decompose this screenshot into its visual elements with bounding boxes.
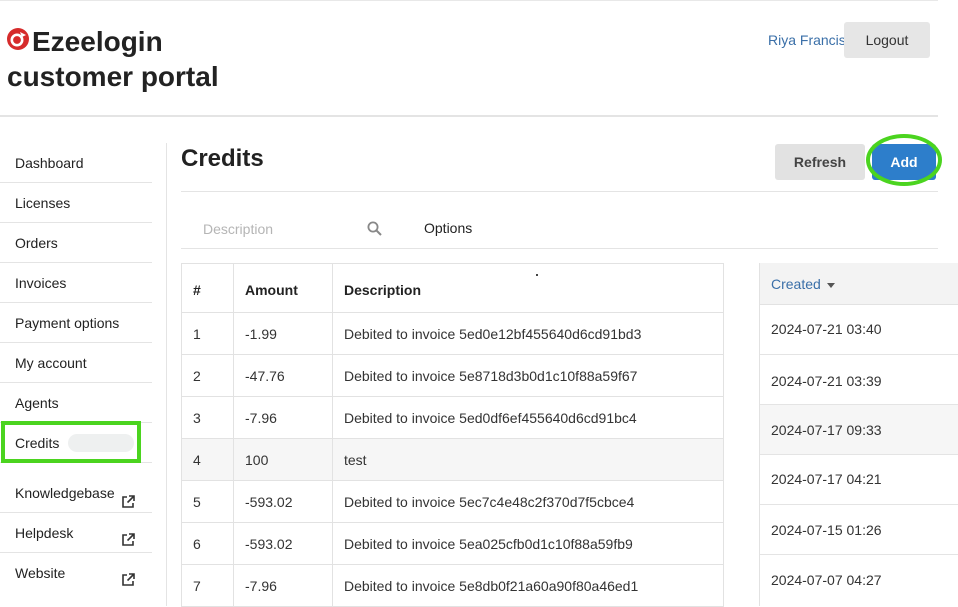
sidebar-item-label: My account — [15, 355, 87, 371]
sidebar-item-label: Helpdesk — [15, 525, 74, 541]
sidebar-item-dashboard[interactable]: Dashboard — [0, 143, 152, 183]
sidebar-item-orders[interactable]: Orders — [0, 223, 152, 263]
sidebar-item-licenses[interactable]: Licenses — [0, 183, 152, 223]
created-value: 2024-07-07 04:27 — [771, 572, 882, 588]
sidebar-item-label: Orders — [15, 235, 58, 251]
created-column: Created 2024-07-21 03:40 2024-07-21 03:3… — [759, 263, 958, 606]
sidebar-item-my-account[interactable]: My account — [0, 343, 152, 383]
ezeelogin-logo-icon — [7, 23, 29, 59]
cell-description: Debited to invoice 5e8718d3b0d1c10f88a59… — [332, 354, 724, 397]
sidebar-item-payment-options[interactable]: Payment options — [0, 303, 152, 343]
column-header-created[interactable]: Created — [760, 263, 958, 305]
brand-subtitle: customer portal — [7, 61, 219, 92]
sidebar-item-invoices[interactable]: Invoices — [0, 263, 152, 303]
cell-num: 1 — [181, 312, 234, 355]
search-icon[interactable] — [367, 221, 382, 241]
cell-amount: -47.76 — [233, 354, 333, 397]
sidebar-divider — [166, 143, 167, 606]
sidebar-item-label: Invoices — [15, 275, 67, 291]
created-cell: 2024-07-21 03:39 — [760, 355, 958, 405]
sidebar-item-helpdesk[interactable]: Helpdesk — [0, 513, 152, 553]
table-row[interactable]: 7 -7.96 Debited to invoice 5e8db0f21a60a… — [181, 564, 724, 607]
sidebar-item-website[interactable]: Website — [0, 553, 152, 593]
created-value: 2024-07-17 04:21 — [771, 471, 882, 487]
table-row[interactable]: 5 -593.02 Debited to invoice 5ec7c4e48c2… — [181, 480, 724, 523]
cell-amount: -1.99 — [233, 312, 333, 355]
sidebar-item-knowledgebase[interactable]: Knowledgebase — [0, 463, 152, 513]
sidebar-nav: Dashboard Licenses Orders Invoices Payme… — [0, 143, 152, 593]
cell-num: 2 — [181, 354, 234, 397]
table-row[interactable]: 6 -593.02 Debited to invoice 5ea025cfb0d… — [181, 522, 724, 565]
cell-description: Debited to invoice 5ec7c4e48c2f370d7f5cb… — [332, 480, 724, 523]
cell-description: Debited to invoice 5ed0df6ef455640d6cd91… — [332, 396, 724, 439]
cell-num: 5 — [181, 480, 234, 523]
cell-amount: -7.96 — [233, 564, 333, 607]
artifact-dot — [536, 274, 538, 276]
sidebar-item-agents[interactable]: Agents — [0, 383, 152, 423]
top-border — [0, 0, 938, 1]
column-header-description: Description — [332, 263, 724, 313]
created-cell: 2024-07-15 01:26 — [760, 505, 958, 555]
cell-amount: -593.02 — [233, 522, 333, 565]
search-input[interactable] — [181, 210, 391, 248]
external-link-icon — [120, 563, 136, 603]
brand-name: Ezeelogin — [32, 26, 163, 57]
created-cell: 2024-07-17 09:33 — [760, 405, 958, 455]
cell-description: test — [332, 438, 724, 481]
logout-button[interactable]: Logout — [844, 22, 930, 58]
cell-amount: -7.96 — [233, 396, 333, 439]
created-value: 2024-07-17 09:33 — [771, 422, 882, 438]
sidebar-item-label: Agents — [15, 395, 59, 411]
options-link[interactable]: Options — [424, 220, 472, 236]
cell-num: 3 — [181, 396, 234, 439]
created-cell: 2024-07-21 03:40 — [760, 305, 958, 355]
created-value: 2024-07-21 03:40 — [771, 321, 882, 337]
created-value: 2024-07-15 01:26 — [771, 522, 882, 538]
cell-amount: 100 — [233, 438, 333, 481]
cell-description: Debited to invoice 5e8db0f21a60a90f80a46… — [332, 564, 724, 607]
refresh-button[interactable]: Refresh — [775, 144, 865, 180]
sidebar-item-label: Dashboard — [15, 155, 84, 171]
credits-table: # Amount Description 1 -1.99 Debited to … — [181, 263, 724, 607]
sidebar-item-label: Payment options — [15, 315, 120, 331]
cell-description: Debited to invoice 5ed0e12bf455640d6cd91… — [332, 312, 724, 355]
table-row[interactable]: 3 -7.96 Debited to invoice 5ed0df6ef4556… — [181, 396, 724, 439]
created-cell: 2024-07-07 04:27 — [760, 555, 958, 606]
caret-down-icon — [826, 282, 835, 288]
cell-amount: -593.02 — [233, 480, 333, 523]
table-row[interactable]: 1 -1.99 Debited to invoice 5ed0e12bf4556… — [181, 312, 724, 355]
user-name-link[interactable]: Riya Francis — [768, 32, 846, 48]
created-cell: 2024-07-17 04:21 — [760, 455, 958, 505]
cell-description: Debited to invoice 5ea025cfb0d1c10f88a59… — [332, 522, 724, 565]
table-row[interactable]: 4 100 test — [181, 438, 724, 481]
column-header-amount: Amount — [233, 263, 333, 313]
search-box — [181, 210, 391, 248]
created-value: 2024-07-21 03:39 — [771, 373, 882, 389]
column-header-created-label: Created — [771, 276, 821, 292]
table-header-row: # Amount Description — [181, 263, 724, 313]
column-header-num: # — [181, 263, 234, 313]
brand-logo[interactable]: Ezeelogin — [7, 24, 163, 62]
page-title: Credits — [181, 145, 264, 172]
cell-num: 7 — [181, 564, 234, 607]
credits-highlight-box — [1, 421, 141, 463]
sidebar-item-label: Knowledgebase — [15, 485, 115, 501]
cell-num: 4 — [181, 438, 234, 481]
sidebar-item-label: Licenses — [15, 195, 71, 211]
add-highlight-circle — [866, 134, 942, 186]
header-divider — [0, 115, 938, 117]
filter-divider — [181, 248, 938, 249]
table-row[interactable]: 2 -47.76 Debited to invoice 5e8718d3b0d1… — [181, 354, 724, 397]
sidebar-item-label: Website — [15, 565, 66, 581]
cell-num: 6 — [181, 522, 234, 565]
title-divider — [181, 191, 938, 192]
